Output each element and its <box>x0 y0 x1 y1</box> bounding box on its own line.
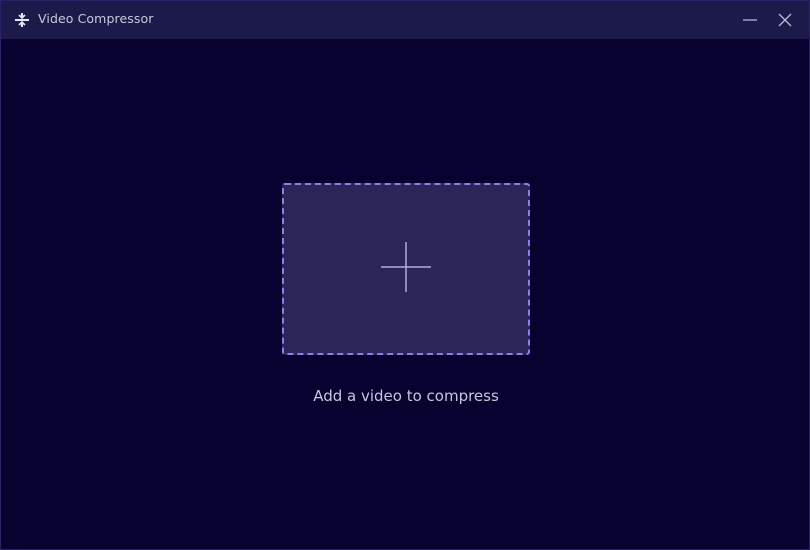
add-video-label: Add a video to compress <box>313 387 499 405</box>
minimize-icon <box>743 19 757 21</box>
minimize-button[interactable] <box>735 5 765 35</box>
title-bar[interactable]: Video Compressor <box>1 1 809 39</box>
add-video-dropzone[interactable] <box>282 183 530 355</box>
compress-icon <box>14 12 30 28</box>
close-icon <box>778 13 792 27</box>
close-button[interactable] <box>770 5 800 35</box>
app-window: Video Compressor Add a video to compress <box>0 0 810 550</box>
window-title: Video Compressor <box>38 11 154 26</box>
plus-icon <box>381 242 431 292</box>
